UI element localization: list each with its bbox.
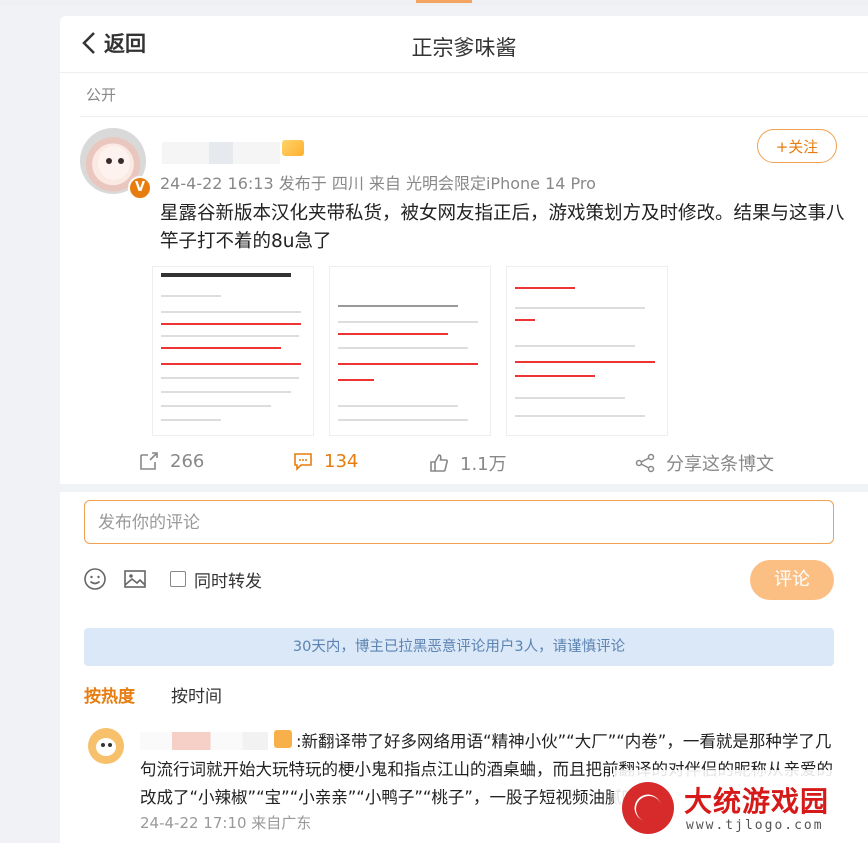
section-divider <box>60 484 868 492</box>
text-line <box>515 307 645 309</box>
post-actions: 266 134 1.1万 分享这条博文 <box>60 444 868 484</box>
text-line <box>515 397 625 399</box>
avatar-face <box>98 146 130 180</box>
text-line <box>161 295 221 297</box>
text-line <box>161 391 291 393</box>
page-header: 返回 正宗爹味酱 <box>60 16 868 73</box>
watermark-url: www.tjlogo.com <box>686 818 824 833</box>
repost-count: 266 <box>170 450 205 472</box>
site-watermark: 大统游戏园 www.tjlogo.com <box>614 770 868 843</box>
avatar-face <box>96 738 116 756</box>
highlight-line <box>161 323 301 325</box>
highlight-line <box>338 363 478 365</box>
text-line <box>338 347 468 349</box>
highlight-line <box>161 347 281 349</box>
post-image[interactable] <box>329 266 491 436</box>
comment-icon <box>294 453 312 471</box>
commenter-avatar[interactable] <box>88 728 124 764</box>
image-heading-line <box>161 273 291 277</box>
visibility-label: 公开 <box>86 86 117 104</box>
text-line <box>515 415 645 417</box>
share-label: 分享这条博文 <box>666 454 774 475</box>
follow-button[interactable]: +关注 <box>757 129 837 163</box>
divider <box>80 116 868 117</box>
comment-sort-tabs: 按热度 按时间 <box>84 682 222 707</box>
watermark-logo-core <box>636 796 662 822</box>
vip-badge-icon <box>282 140 304 156</box>
also-repost-label: 同时转发 <box>194 571 262 592</box>
emoji-icon[interactable] <box>82 566 108 592</box>
comment-button[interactable]: 134 <box>292 450 358 472</box>
watermark-brand: 大统游戏园 <box>684 785 830 818</box>
highlight-line <box>515 375 595 377</box>
share-icon <box>635 453 655 473</box>
tab-sort-by-hot[interactable]: 按热度 <box>84 682 135 707</box>
verified-icon: V <box>128 176 152 200</box>
post-text: 星露谷新版本汉化夹带私货，被女网友指正后，游戏策划方及时修改。结果与这事八竿子打… <box>160 203 845 252</box>
text-line <box>338 419 468 421</box>
text-line <box>338 321 478 323</box>
also-repost-checkbox[interactable]: 同时转发 <box>170 567 262 592</box>
tab-sort-by-time[interactable]: 按时间 <box>171 682 222 707</box>
page-title: 正宗爹味酱 <box>411 36 517 60</box>
text-line <box>161 311 301 313</box>
highlight-line <box>515 361 655 363</box>
top-accent-indicator <box>416 0 472 3</box>
post-image[interactable] <box>506 266 668 436</box>
like-button[interactable]: 1.1万 <box>428 450 507 476</box>
post-meta: 24-4-22 16:13 发布于 四川 来自 光明会限定iPhone 14 P… <box>160 174 596 193</box>
text-line <box>515 345 635 347</box>
text-line <box>161 377 299 379</box>
thumbs-up-icon <box>430 454 448 472</box>
comment-tools: 同时转发 <box>82 566 262 592</box>
avatar-eye <box>106 158 112 164</box>
text-line <box>338 405 458 407</box>
image-upload-icon[interactable] <box>122 566 148 592</box>
like-count: 1.1万 <box>460 454 507 475</box>
highlight-line <box>338 379 374 381</box>
text-line <box>161 419 221 421</box>
repost-button[interactable]: 266 <box>138 450 204 472</box>
submit-comment-button[interactable]: 评论 <box>750 560 834 600</box>
text-line <box>161 405 271 407</box>
repost-icon <box>140 452 158 470</box>
comment-input[interactable]: 发布你的评论 <box>84 500 834 544</box>
post-image[interactable] <box>152 266 314 436</box>
text-line <box>161 335 299 337</box>
comment-meta: 24-4-22 17:10 来自广东 <box>140 814 312 832</box>
avatar-eye <box>101 743 105 747</box>
avatar-eye <box>108 743 112 747</box>
highlight-line <box>338 333 448 335</box>
share-button[interactable]: 分享这条博文 <box>634 450 774 476</box>
post-card: 返回 正宗爹味酱 公开 V 24-4-22 16:13 发布于 四川 来自 光明… <box>60 16 868 843</box>
author-name-redacted[interactable] <box>162 142 280 164</box>
highlight-line <box>515 287 575 289</box>
highlight-line <box>515 319 535 321</box>
highlight-line <box>161 363 301 365</box>
text-line <box>338 305 458 307</box>
avatar-eye <box>118 158 124 164</box>
blocked-users-notice: 30天内，博主已拉黑恶意评论用户3人，请谨慎评论 <box>84 628 834 666</box>
comment-count: 134 <box>324 450 359 472</box>
top-bar <box>0 0 868 6</box>
checkbox-box[interactable] <box>170 571 186 587</box>
